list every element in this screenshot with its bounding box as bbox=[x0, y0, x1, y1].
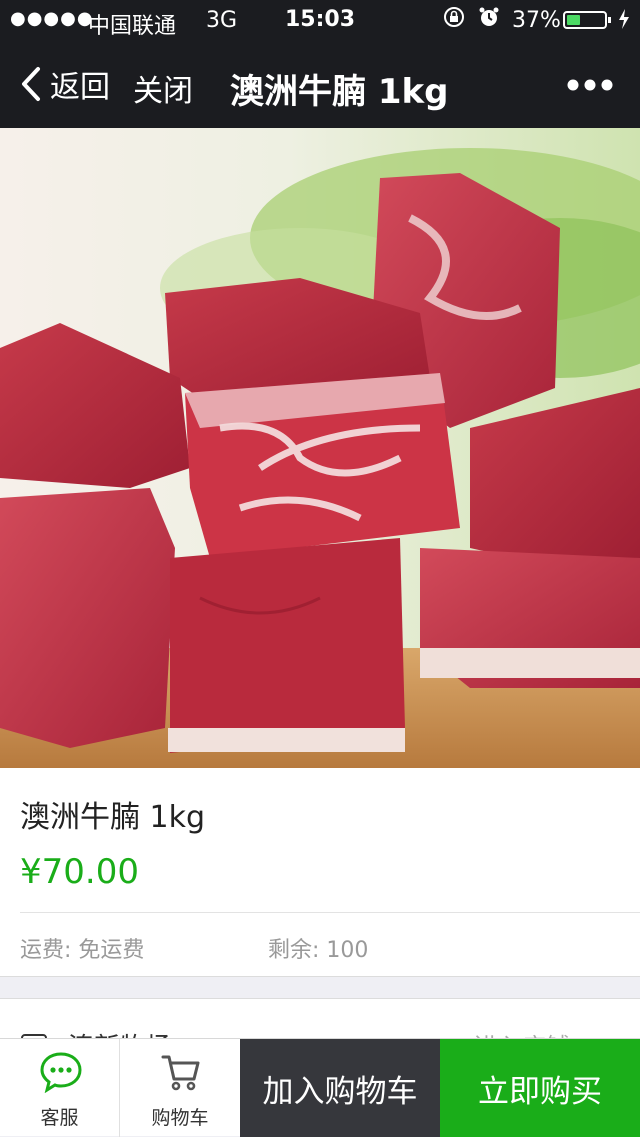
product-image[interactable] bbox=[0, 128, 640, 768]
bottom-action-bar: 客服 购物车 加入购物车 立即购买 bbox=[0, 1038, 640, 1137]
section-gap bbox=[0, 976, 640, 998]
product-name: 澳洲牛腩 1kg bbox=[20, 800, 206, 835]
product-price: ¥70.00 bbox=[20, 852, 139, 892]
divider bbox=[20, 912, 640, 913]
back-label: 返回 bbox=[50, 70, 110, 105]
add-to-cart-button[interactable]: 加入购物车 bbox=[240, 1039, 440, 1137]
stock-remaining: 剩余: 100 bbox=[268, 938, 369, 963]
page-title: 澳洲牛腩 1kg bbox=[230, 72, 449, 112]
cart-button[interactable]: 购物车 bbox=[120, 1039, 240, 1137]
beef-cubes-photo bbox=[0, 128, 640, 768]
customer-service-button[interactable]: 客服 bbox=[0, 1039, 120, 1137]
battery-fill bbox=[567, 15, 580, 25]
close-button[interactable]: 关闭 bbox=[133, 66, 193, 110]
back-button[interactable]: 返回 bbox=[18, 64, 110, 105]
lock-rotation-icon bbox=[444, 7, 464, 27]
alarm-icon bbox=[479, 7, 499, 26]
more-icon[interactable] bbox=[566, 78, 614, 92]
nav-bar: 返回 关闭 澳洲牛腩 1kg bbox=[0, 40, 640, 128]
chevron-left-icon bbox=[22, 67, 40, 101]
battery-percent: 37% bbox=[512, 8, 561, 33]
status-bar: ●●●●● 中国联通 3G 15:03 37% bbox=[0, 0, 640, 40]
product-info: 澳洲牛腩 1kg ¥70.00 运费: 免运费 剩余: 100 bbox=[0, 768, 640, 976]
shopping-cart-icon bbox=[161, 1055, 200, 1091]
buy-now-button[interactable]: 立即购买 bbox=[440, 1039, 640, 1137]
customer-service-label: 客服 bbox=[40, 1107, 79, 1129]
shipping-fee: 运费: 免运费 bbox=[20, 938, 145, 963]
battery-icon bbox=[563, 11, 611, 29]
charging-icon bbox=[619, 9, 629, 29]
cart-label: 购物车 bbox=[151, 1107, 209, 1129]
chat-bubble-icon bbox=[40, 1052, 82, 1093]
